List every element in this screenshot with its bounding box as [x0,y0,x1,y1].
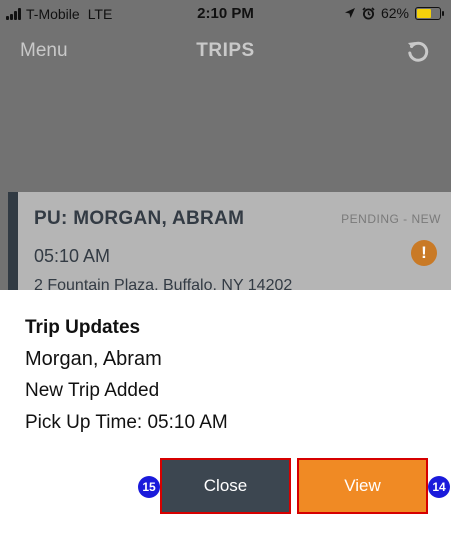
status-right: 62% [344,5,444,21]
network-type: LTE [87,6,113,22]
modal-title: Trip Updates [25,317,141,338]
step-badge-view: 14 [428,476,450,498]
trip-status-badge: PENDING - NEW [341,212,441,226]
trip-updates-modal: Trip Updates Morgan, Abram New Trip Adde… [0,290,451,538]
battery-icon [415,6,444,20]
close-button[interactable]: Close [160,458,291,514]
page-title: TRIPS [196,40,255,61]
screen: T-Mobile LTE 2:10 PM 62% Menu TRIPS PU: … [0,0,451,538]
alarm-icon [362,6,375,19]
modal-pickup-time: Pick Up Time: 05:10 AM [25,412,228,433]
refresh-icon[interactable] [405,38,431,64]
trip-card[interactable]: PU: MORGAN, ABRAM PENDING - NEW 05:10 AM… [8,192,451,302]
step-badge-close: 15 [138,476,160,498]
carrier-name: T-Mobile [26,6,80,22]
battery-fill [417,8,431,18]
status-left: T-Mobile LTE [6,6,112,22]
menu-button[interactable]: Menu [20,40,68,62]
trip-pickup-name: PU: MORGAN, ABRAM [34,208,245,229]
modal-event-text: New Trip Added [25,380,160,401]
nav-bar: Menu TRIPS [0,28,451,74]
dimmed-app-background: T-Mobile LTE 2:10 PM 62% Menu TRIPS PU: … [0,0,451,302]
battery-percent: 62% [380,5,409,21]
signal-icon [6,8,22,20]
modal-passenger-name: Morgan, Abram [25,348,162,370]
trip-time: 05:10 AM [34,246,111,266]
location-arrow-icon [344,8,355,18]
view-button[interactable]: View [297,458,428,514]
status-bar: T-Mobile LTE 2:10 PM 62% [0,0,451,28]
alert-icon: ! [411,240,437,266]
